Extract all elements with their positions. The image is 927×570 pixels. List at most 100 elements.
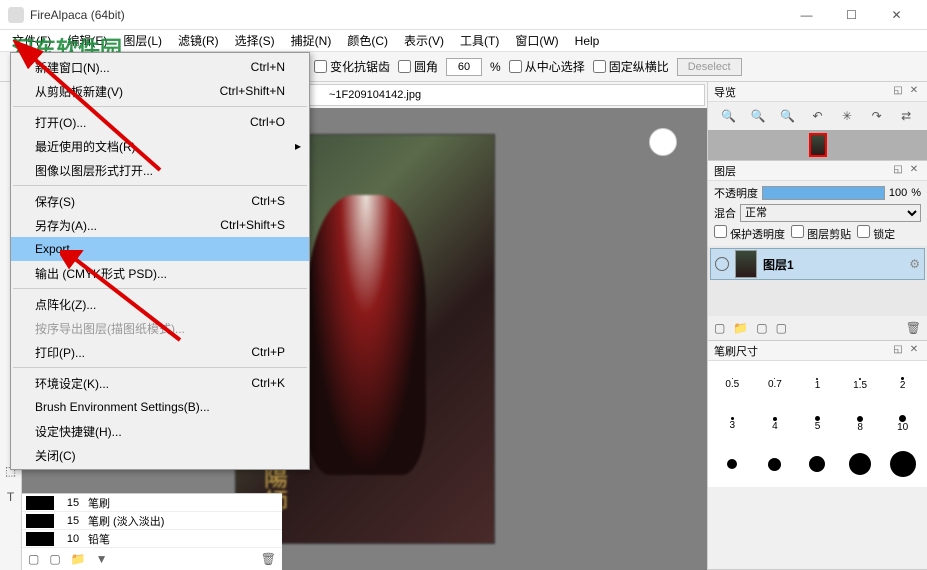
close-button[interactable]: ✕ [874,0,919,30]
from-center-option[interactable]: 从中心选择 [509,58,585,75]
nav-panel-title: 导览 [714,84,889,100]
file-menu-item[interactable]: 输出 (CMYK形式 PSD)... [11,261,309,285]
rotate-reset-icon[interactable]: ✳ [838,107,856,125]
round-value-input[interactable] [446,58,482,76]
blend-label: 混合 [714,205,736,221]
menu-filter[interactable]: 滤镜(R) [170,30,227,51]
menu-select[interactable]: 选择(S) [227,30,283,51]
protect-alpha-checkbox[interactable]: 保护透明度 [714,225,785,242]
menu-layer[interactable]: 图层(L) [115,30,170,51]
rotate-right-icon[interactable]: ↷ [868,107,886,125]
panel-close-icon[interactable]: ✕ [907,344,921,358]
duplicate-layer-icon[interactable]: ▢ [756,321,767,335]
file-menu-item[interactable]: 关闭(C) [11,443,309,467]
file-menu-dropdown: 新建窗口(N)...Ctrl+N从剪贴板新建(V)Ctrl+Shift+N 打开(… [10,52,310,470]
file-menu-item[interactable]: Export... [11,237,309,261]
panel-close-icon[interactable]: ✕ [907,85,921,99]
brush-size-cell[interactable] [797,445,838,483]
file-menu-item[interactable]: 打印(P)...Ctrl+P [11,340,309,364]
delete-brush-icon[interactable]: 🗑 [261,552,276,566]
nav-thumbnail [809,133,827,157]
duplicate-brush-icon[interactable]: ▢ [49,552,60,566]
deselect-button[interactable]: Deselect [677,58,742,76]
new-brush-icon[interactable]: ▢ [28,552,39,566]
menu-bar: 文件(F) 编辑(E) 图层(L) 滤镜(R) 选择(S) 捕捉(N) 颜色(C… [0,30,927,52]
brush-size-cell[interactable]: 10 [882,405,923,443]
layer-item[interactable]: 图层1 ⚙ [710,248,925,280]
zoom-fit-icon[interactable]: 🔍 [779,107,797,125]
layer-panel: 图层 ◱ ✕ 不透明度 100 % 混合 正常 保护透明度 图层剪贴 [708,161,927,341]
layer-settings-icon[interactable]: ⚙ [909,257,920,271]
zoom-in-icon[interactable]: 🔍 [720,107,738,125]
round-corner-option[interactable]: 圆角 [398,58,438,75]
opacity-label: 不透明度 [714,185,758,201]
brush-size-cell[interactable] [755,445,796,483]
brush-list: 15笔刷15笔刷 (淡入淡出)10铅笔 ▢ ▢ 📁 ▼ 🗑 [22,493,282,570]
menu-tool[interactable]: 工具(T) [452,30,507,51]
menu-view[interactable]: 表示(V) [396,30,452,51]
brush-size-cell[interactable]: 2 [882,365,923,403]
panel-undock-icon[interactable]: ◱ [891,164,905,178]
brush-list-item[interactable]: 10铅笔 [22,530,282,548]
file-menu-item[interactable]: 保存(S)Ctrl+S [11,189,309,213]
brush-size-cell[interactable]: 5 [797,405,838,443]
file-menu-item[interactable]: 从剪贴板新建(V)Ctrl+Shift+N [11,79,309,103]
blend-mode-select[interactable]: 正常 [740,204,921,222]
file-menu-item[interactable]: 设定快捷键(H)... [11,419,309,443]
file-menu-item[interactable]: 打开(O)...Ctrl+O [11,110,309,134]
brush-size-cell[interactable]: 0.5 [712,365,753,403]
layer-visibility-icon[interactable] [715,257,729,271]
nav-preview[interactable] [708,130,927,160]
file-menu-item[interactable]: Brush Environment Settings(B)... [11,395,309,419]
file-menu-item[interactable]: 按序导出图层(描图纸模式)... [11,316,309,340]
brush-down-icon[interactable]: ▼ [96,552,108,566]
maximize-button[interactable]: ☐ [829,0,874,30]
brush-size-cell[interactable]: 1 [797,365,838,403]
text-tool[interactable]: T [2,488,20,506]
brush-size-cell[interactable] [840,445,881,483]
brush-size-cell[interactable] [712,445,753,483]
brush-list-item[interactable]: 15笔刷 [22,494,282,512]
fixed-ratio-option[interactable]: 固定纵横比 [593,58,669,75]
window-title: FireAlpaca (64bit) [30,8,784,22]
file-menu-item[interactable]: 图像以图层形式打开... [11,158,309,182]
clipping-checkbox[interactable]: 图层剪贴 [791,225,851,242]
panel-undock-icon[interactable]: ◱ [891,344,905,358]
brush-size-cell[interactable]: 1.5 [840,365,881,403]
menu-snap[interactable]: 捕捉(N) [283,30,340,51]
file-menu-item[interactable]: 最近使用的文档(R)▸ [11,134,309,158]
file-menu-item[interactable]: 点阵化(Z)... [11,292,309,316]
brush-size-panel: 笔刷尺寸 ◱ ✕ 0.50.711.52345810 [708,341,927,570]
zoom-out-icon[interactable]: 🔍 [749,107,767,125]
antialias-option[interactable]: 变化抗锯齿 [314,58,390,75]
rotate-left-icon[interactable]: ↶ [808,107,826,125]
file-menu-item[interactable]: 环境设定(K)...Ctrl+K [11,371,309,395]
merge-down-icon[interactable]: ▢ [776,321,787,335]
brush-list-item[interactable]: 15笔刷 (淡入淡出) [22,512,282,530]
flip-icon[interactable]: ⇄ [897,107,915,125]
minimize-button[interactable]: — [784,0,829,30]
layer-thumbnail [735,250,757,278]
layer-buttons: ▢ 📁 ▢ ▢ 🗑 [708,316,927,340]
lock-checkbox[interactable]: 锁定 [857,225,895,242]
menu-help[interactable]: Help [567,32,608,50]
panel-undock-icon[interactable]: ◱ [891,85,905,99]
brush-size-cell[interactable]: 0.7 [755,365,796,403]
file-menu-item[interactable]: 另存为(A)...Ctrl+Shift+S [11,213,309,237]
title-bar: FireAlpaca (64bit) — ☐ ✕ [0,0,927,30]
file-menu-item[interactable]: 新建窗口(N)...Ctrl+N [11,55,309,79]
brush-size-cell[interactable]: 3 [712,405,753,443]
brush-size-cell[interactable]: 4 [755,405,796,443]
brush-folder-icon[interactable]: 📁 [71,552,86,566]
menu-window[interactable]: 窗口(W) [507,30,566,51]
panel-close-icon[interactable]: ✕ [907,164,921,178]
brush-size-cell[interactable] [882,445,923,483]
new-folder-icon[interactable]: 📁 [733,321,748,335]
navigation-panel: 导览 ◱ ✕ 🔍 🔍 🔍 ↶ ✳ ↷ ⇄ [708,82,927,161]
brush-size-cell[interactable]: 8 [840,405,881,443]
new-layer-icon[interactable]: ▢ [714,321,725,335]
layer-list: 图层1 ⚙ [708,246,927,316]
menu-color[interactable]: 颜色(C) [339,30,396,51]
opacity-slider[interactable] [762,186,885,200]
delete-layer-icon[interactable]: 🗑 [906,321,921,335]
